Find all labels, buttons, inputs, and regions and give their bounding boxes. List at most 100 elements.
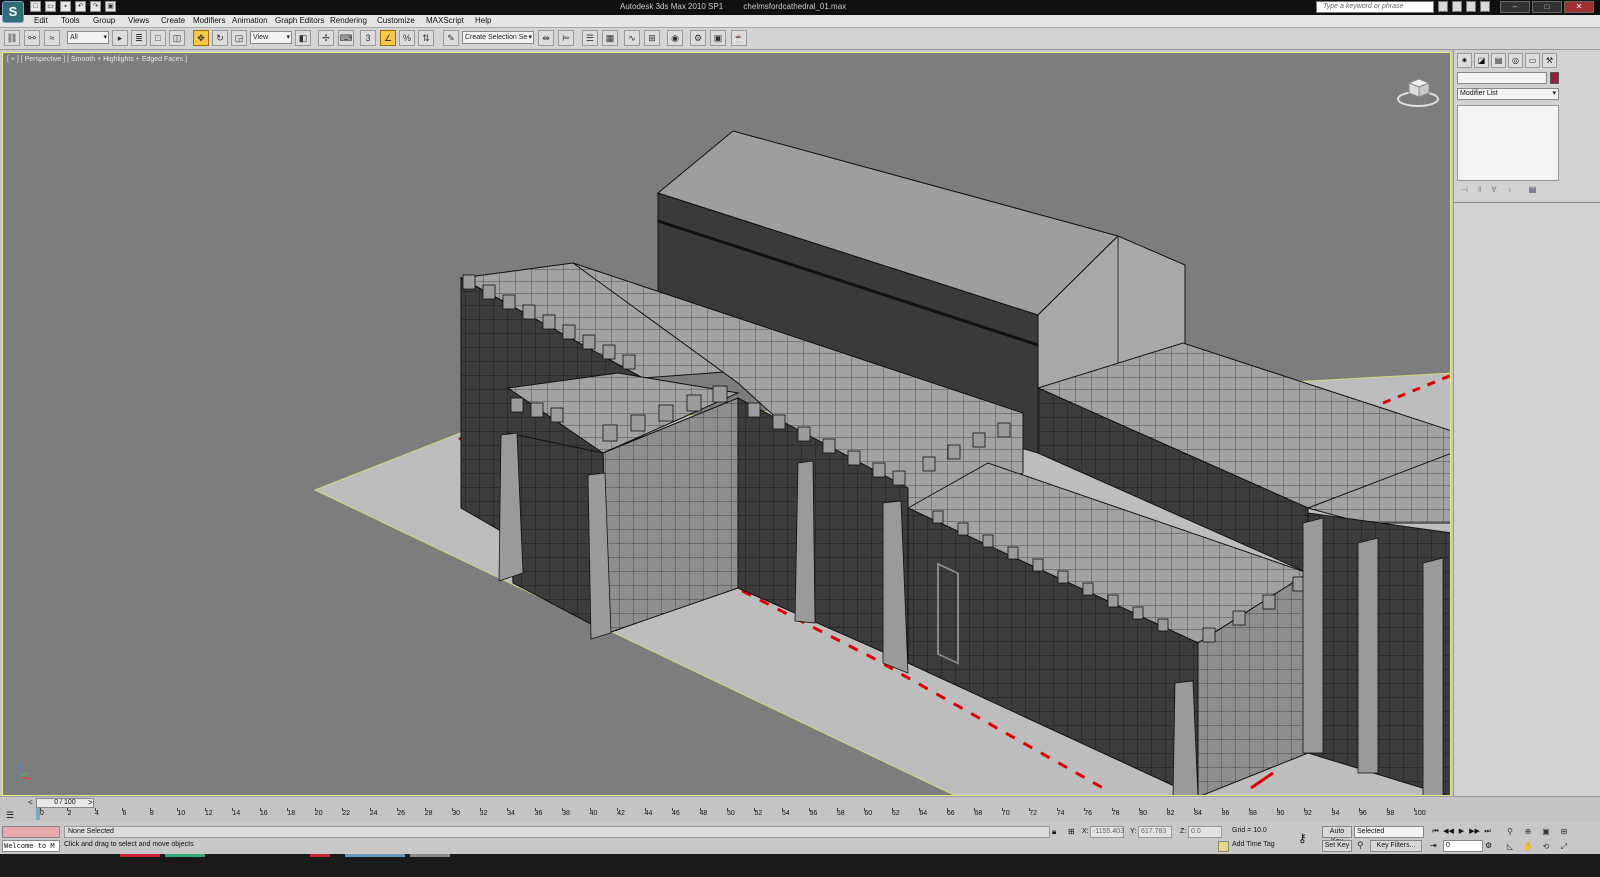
link-icon[interactable]: ⛓ — [4, 30, 20, 46]
remove-modifier-icon[interactable]: ♁ — [1507, 185, 1513, 197]
taskbar-item[interactable] — [120, 854, 160, 857]
help-icon[interactable]: ? — [1480, 1, 1490, 12]
viewcube-icon[interactable] — [1397, 75, 1439, 107]
modify-tab-icon[interactable]: ◪ — [1474, 53, 1489, 68]
add-time-tag[interactable]: Add Time Tag — [1232, 841, 1275, 848]
menu-create[interactable]: Create — [161, 16, 185, 25]
angle-snap-icon[interactable]: ∠ — [380, 30, 396, 46]
track-bar[interactable]: 0 2 4 6 8 10 12 14 16 18 20 22 24 26 28 30 32 34 36 38 40 42 4… — [36, 808, 1430, 821]
select-and-scale-icon[interactable]: ◲ — [231, 30, 247, 46]
menu-group[interactable]: Group — [93, 16, 115, 25]
taskbar-item[interactable] — [410, 854, 450, 857]
hierarchy-tab-icon[interactable]: ▤ — [1491, 53, 1506, 68]
absolute-mode-icon[interactable]: ⊞ — [1068, 827, 1075, 836]
snaps-toggle-icon[interactable]: 3 — [360, 30, 376, 46]
redo-icon[interactable]: ↷ — [90, 1, 101, 12]
menu-rendering[interactable]: Rendering — [330, 16, 367, 25]
lock-selection-icon[interactable]: 🔒︎ — [1052, 827, 1056, 837]
zoom-extents-all-icon[interactable]: ⊞ — [1558, 826, 1570, 838]
create-tab-icon[interactable]: ✷ — [1457, 53, 1472, 68]
reference-coordinate-dropdown[interactable]: View — [250, 31, 292, 44]
select-object-icon[interactable]: ▸ — [112, 30, 128, 46]
binoculars-icon[interactable]: ⚲ — [1438, 1, 1448, 12]
pin-stack-icon[interactable]: ⊣ — [1461, 185, 1468, 197]
modifier-list-dropdown[interactable]: Modifier List — [1457, 88, 1559, 100]
time-slider[interactable]: 0 / 100 — [36, 798, 94, 808]
taskbar-item[interactable] — [310, 854, 330, 857]
unlink-icon[interactable]: ⚯ — [24, 30, 40, 46]
keyboard-shortcut-override-icon[interactable]: ⌨ — [338, 30, 354, 46]
menu-edit[interactable]: Edit — [34, 16, 48, 25]
rendered-frame-window-icon[interactable]: ▣ — [710, 30, 726, 46]
save-icon[interactable]: ▪ — [60, 1, 71, 12]
menu-graph-editors[interactable]: Graph Editors — [275, 16, 324, 25]
menu-help[interactable]: Help — [475, 16, 491, 25]
zoom-all-icon[interactable]: ⊕ — [1522, 826, 1534, 838]
set-key-mode-icon[interactable]: ⚷ — [1298, 831, 1307, 845]
maximize-button[interactable]: □ — [1532, 1, 1562, 13]
play-icon[interactable]: ▶ — [1456, 826, 1467, 837]
utilities-tab-icon[interactable]: ⚒ — [1542, 53, 1557, 68]
pan-view-icon[interactable]: ✋ — [1522, 841, 1534, 853]
undo-icon[interactable]: ↶ — [75, 1, 86, 12]
menu-customize[interactable]: Customize — [377, 16, 415, 25]
field-of-view-icon[interactable]: ◺ — [1504, 841, 1516, 853]
named-selection-sets-dropdown[interactable]: Create Selection Se — [462, 31, 534, 44]
curve-editor-icon[interactable]: ∿ — [624, 30, 640, 46]
perspective-viewport[interactable]: [ + ] [ Perspective ] [ Smooth + Highlig… — [2, 52, 1451, 796]
key-mode-dropdown[interactable]: Selected — [1354, 826, 1424, 838]
next-frame-arrow[interactable]: > — [88, 798, 93, 807]
object-color-swatch[interactable] — [1550, 72, 1559, 84]
configure-modifier-sets-icon[interactable]: ▤ — [1529, 185, 1537, 197]
key-mode-toggle-icon[interactable]: ⇥ — [1430, 841, 1437, 850]
time-configuration-icon[interactable]: ⚙ — [1485, 841, 1492, 850]
motion-tab-icon[interactable]: ◎ — [1508, 53, 1523, 68]
auto-key-button[interactable]: Auto Key — [1322, 826, 1352, 845]
selection-filter-dropdown[interactable]: All — [67, 31, 109, 44]
maxscript-listener-mini[interactable] — [2, 826, 60, 838]
new-file-icon[interactable]: □ — [30, 1, 41, 12]
zoom-extents-icon[interactable]: ▣ — [1540, 826, 1552, 838]
maxscript-output[interactable]: Welcome to M — [2, 840, 60, 852]
edit-named-selection-icon[interactable]: ✎ — [443, 30, 459, 46]
search-input[interactable]: Type a keyword or phrase — [1316, 1, 1434, 13]
open-file-icon[interactable]: ▭ — [45, 1, 56, 12]
make-unique-icon[interactable]: ∀ — [1491, 185, 1496, 197]
y-coordinate-field[interactable]: 617.783 — [1138, 826, 1172, 838]
mirror-icon[interactable]: ⇹ — [538, 30, 554, 46]
time-tag-icon[interactable] — [1218, 841, 1229, 852]
app-logo-button[interactable]: S — [2, 1, 24, 23]
spinner-snap-icon[interactable]: ⇅ — [418, 30, 434, 46]
current-frame-field[interactable]: 0 — [1443, 840, 1483, 852]
project-folder-icon[interactable]: ▣ — [105, 1, 116, 12]
modifier-stack[interactable] — [1457, 105, 1559, 181]
object-name-field[interactable] — [1457, 72, 1547, 84]
menu-modifiers[interactable]: Modifiers — [193, 16, 225, 25]
orbit-icon[interactable]: ⟲ — [1540, 841, 1552, 853]
graphite-modeling-icon[interactable]: ▦ — [602, 30, 618, 46]
taskbar-item[interactable] — [165, 854, 205, 857]
zoom-icon[interactable]: ⚲ — [1504, 826, 1516, 838]
set-key-button[interactable]: Set Key — [1322, 840, 1352, 852]
menu-animation[interactable]: Animation — [232, 16, 268, 25]
select-and-rotate-icon[interactable]: ↻ — [212, 30, 228, 46]
favorites-icon[interactable]: ☆ — [1466, 1, 1476, 12]
material-editor-icon[interactable]: ◉ — [667, 30, 683, 46]
go-to-end-icon[interactable]: ⏭ — [1482, 826, 1493, 837]
select-and-move-icon[interactable]: ✥ — [193, 30, 209, 46]
maximize-viewport-icon[interactable]: ⤢ — [1558, 841, 1570, 853]
render-production-icon[interactable]: ☕ — [731, 30, 747, 46]
time-cursor[interactable] — [36, 808, 40, 820]
communication-center-icon[interactable]: ✉ — [1452, 1, 1462, 12]
key-filters-button[interactable]: Key Filters... — [1370, 840, 1422, 852]
minimize-button[interactable]: – — [1500, 1, 1530, 13]
schematic-view-icon[interactable]: ⊞ — [644, 30, 660, 46]
menu-maxscript[interactable]: MAXScript — [426, 16, 464, 25]
close-button[interactable]: ✕ — [1564, 1, 1594, 13]
next-frame-icon[interactable]: ▶▶ — [1469, 826, 1480, 837]
show-end-result-icon[interactable]: ‖ — [1478, 185, 1481, 197]
z-coordinate-field[interactable]: 0.0 — [1188, 826, 1222, 838]
render-setup-icon[interactable]: ⚙ — [690, 30, 706, 46]
layer-manager-icon[interactable]: ☰ — [582, 30, 598, 46]
bind-spacewarp-icon[interactable]: ≈ — [44, 30, 60, 46]
